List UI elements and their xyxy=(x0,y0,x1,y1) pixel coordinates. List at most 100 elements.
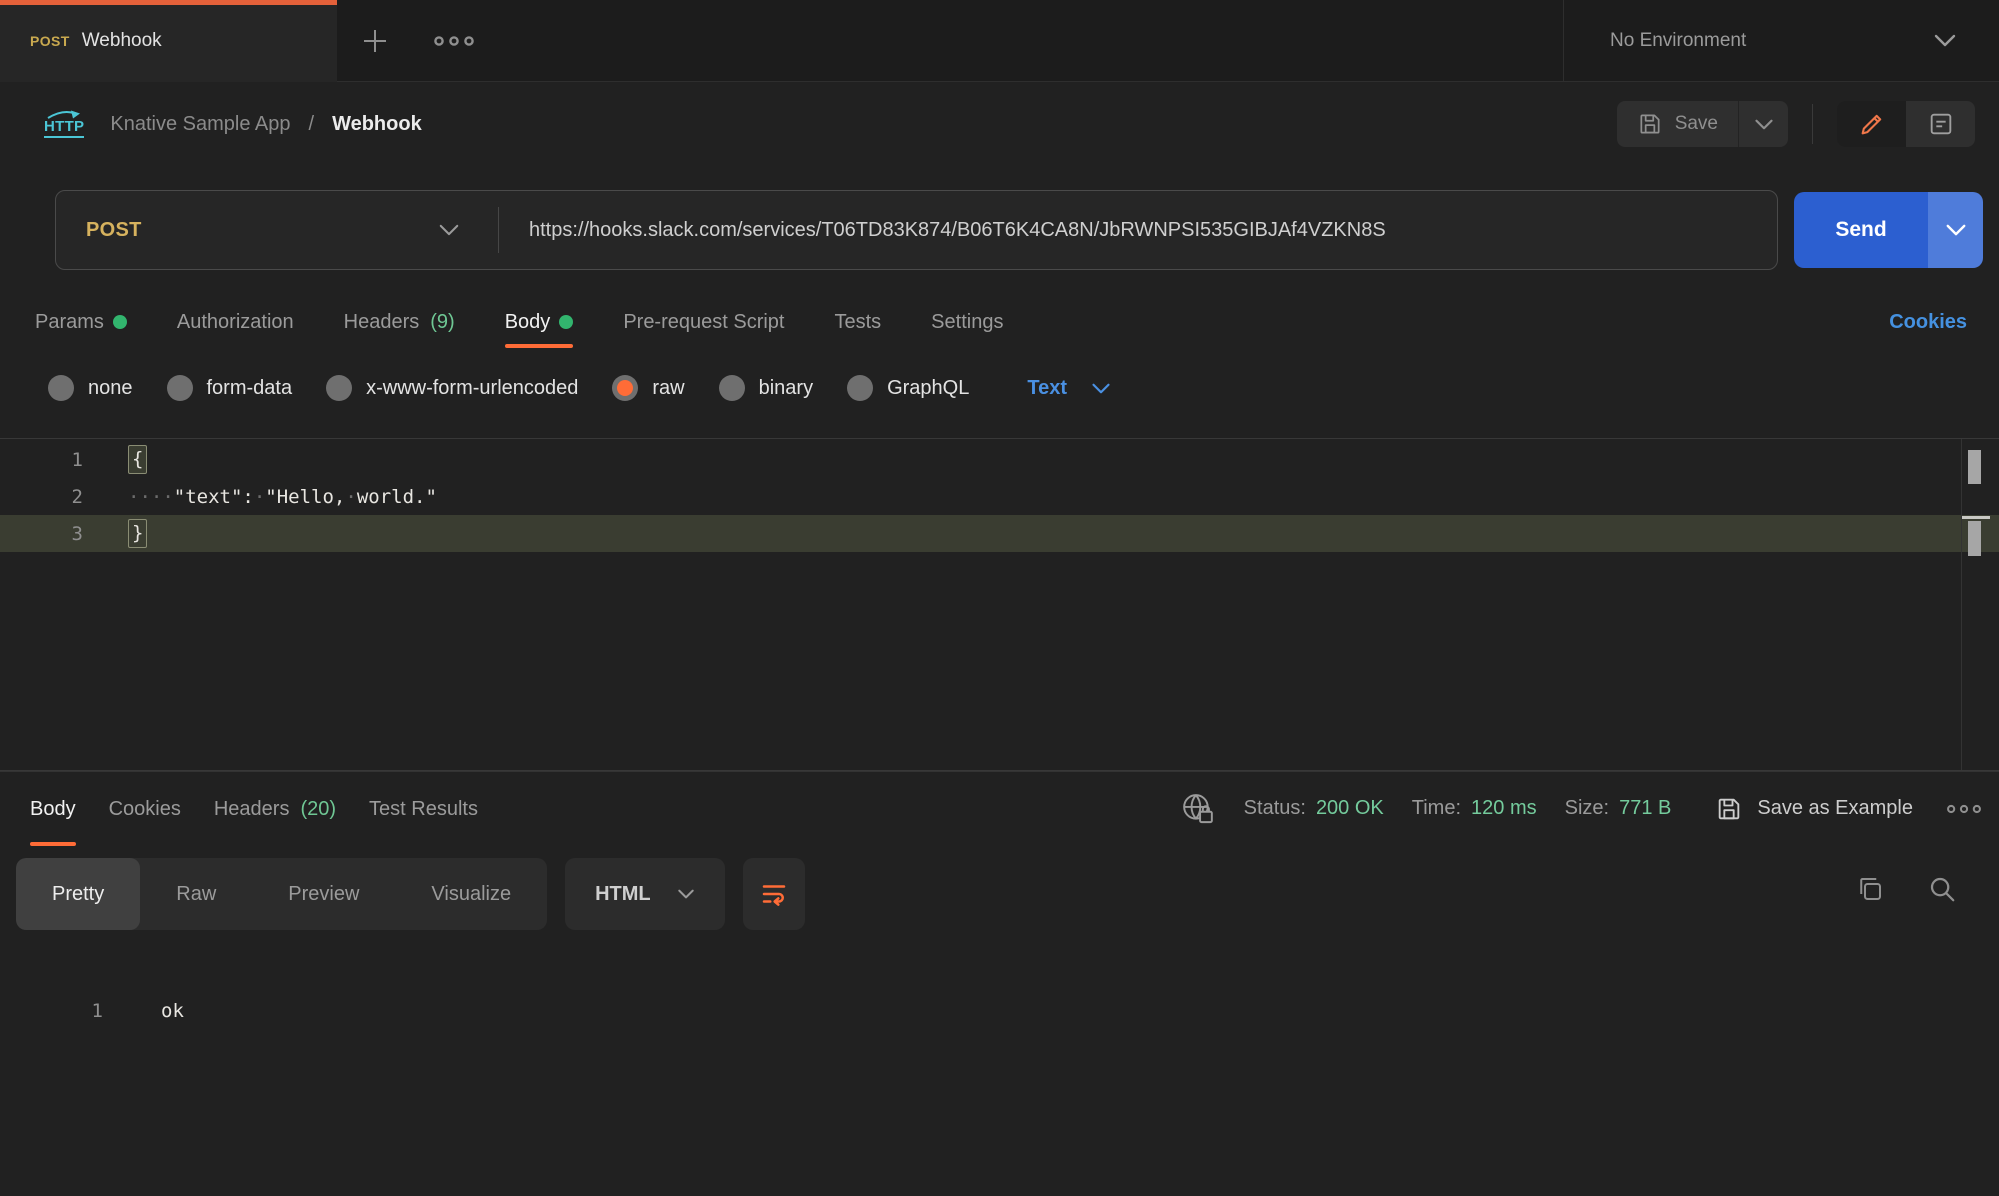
response-body-content: ok xyxy=(103,1000,184,1022)
search-response-button[interactable] xyxy=(1927,874,1957,904)
breadcrumb: HTTP Knative Sample App / Webhook xyxy=(44,110,422,138)
radio-x-www-form-urlencoded[interactable]: x-www-form-urlencoded xyxy=(326,375,578,401)
editor-line-3-current: 3 } xyxy=(0,515,1999,552)
tab-params[interactable]: Params xyxy=(35,296,127,348)
editor-scrollbar-gutter xyxy=(1961,439,1962,770)
radio-none-circle xyxy=(48,375,74,401)
save-button-label: Save xyxy=(1675,113,1718,135)
tab-pre-request-label: Pre-request Script xyxy=(623,311,784,334)
environment-selector[interactable]: No Environment xyxy=(1563,0,1999,81)
tab-authorization-label: Authorization xyxy=(177,311,294,334)
raw-format-dropdown[interactable]: Text xyxy=(1027,377,1111,400)
view-visualize[interactable]: Visualize xyxy=(395,858,547,930)
line-number: 1 xyxy=(0,449,83,471)
radio-binary-label: binary xyxy=(759,377,813,400)
plus-icon xyxy=(358,24,392,58)
method-value: POST xyxy=(86,219,142,242)
response-tab-headers[interactable]: Headers (20) xyxy=(214,772,336,846)
radio-none[interactable]: none xyxy=(48,375,133,401)
response-view-toolbar: Pretty Raw Preview Visualize HTML xyxy=(16,858,805,930)
breadcrumb-collection[interactable]: Knative Sample App xyxy=(110,113,290,136)
save-options-button[interactable] xyxy=(1738,101,1788,147)
editor-cursor-marker[interactable] xyxy=(1968,521,1981,556)
response-format-dropdown[interactable]: HTML xyxy=(565,858,725,930)
edit-request-button[interactable] xyxy=(1837,101,1906,147)
chevron-down-icon xyxy=(1933,33,1957,48)
view-preview[interactable]: Preview xyxy=(252,858,395,930)
tab-authorization[interactable]: Authorization xyxy=(177,296,294,348)
json-value-part: world." xyxy=(357,486,437,508)
time-label: Time: xyxy=(1412,797,1461,820)
matched-bracket: } xyxy=(128,519,147,548)
tab-params-label: Params xyxy=(35,311,104,334)
radio-form-data-circle xyxy=(167,375,193,401)
tab-body-label: Body xyxy=(505,311,551,334)
method-dropdown[interactable]: POST xyxy=(56,191,498,269)
tab-tests[interactable]: Tests xyxy=(834,296,881,348)
http-protocol-icon: HTTP xyxy=(44,110,84,138)
documentation-button[interactable] xyxy=(1906,101,1975,147)
radio-form-data-label: form-data xyxy=(207,377,293,400)
pencil-icon xyxy=(1858,110,1886,138)
url-input[interactable]: https://hooks.slack.com/services/T06TD83… xyxy=(499,219,1386,242)
tab-settings[interactable]: Settings xyxy=(931,296,1003,348)
more-options-icon xyxy=(1945,803,1983,815)
line-number: 1 xyxy=(0,1000,103,1022)
view-pretty[interactable]: Pretty xyxy=(16,858,140,930)
request-tab[interactable]: POST Webhook xyxy=(0,0,337,82)
send-options-button[interactable] xyxy=(1928,192,1983,268)
json-key: "text": xyxy=(174,486,254,508)
save-icon xyxy=(1715,795,1743,823)
radio-urlencoded-circle xyxy=(326,375,352,401)
save-as-example-label: Save as Example xyxy=(1757,797,1913,820)
time-value: 120 ms xyxy=(1471,797,1537,820)
request-body-editor[interactable]: 1 { 2 ····"text":·"Hello,·world." 3 } xyxy=(0,438,1999,771)
response-format-value: HTML xyxy=(595,883,651,906)
save-button[interactable]: Save xyxy=(1617,101,1738,147)
whitespace-dot: · xyxy=(254,486,265,508)
comment-icon xyxy=(1927,110,1955,138)
environment-value: No Environment xyxy=(1610,30,1746,52)
chevron-down-icon xyxy=(1945,223,1967,237)
wrap-lines-button[interactable] xyxy=(743,858,805,930)
postman-app: POST Webhook No Environment HTTP Knative… xyxy=(0,0,1999,1196)
tab-headers-label: Headers xyxy=(344,311,420,334)
copy-response-button[interactable] xyxy=(1855,874,1885,904)
response-tab-headers-label: Headers xyxy=(214,798,290,821)
wrap-text-icon xyxy=(759,879,789,909)
response-tab-body[interactable]: Body xyxy=(30,772,76,846)
request-header: HTTP Knative Sample App / Webhook Save xyxy=(0,82,1999,166)
radio-form-data[interactable]: form-data xyxy=(167,375,293,401)
response-tab-cookies-label: Cookies xyxy=(109,798,181,821)
radio-raw[interactable]: raw xyxy=(612,375,684,401)
response-options-button[interactable] xyxy=(1945,803,1983,815)
save-as-example-button[interactable]: Save as Example xyxy=(1715,795,1913,823)
tab-pre-request-script[interactable]: Pre-request Script xyxy=(623,296,784,348)
response-tab-test-results-label: Test Results xyxy=(369,798,478,821)
more-options-icon xyxy=(432,34,476,48)
tab-headers[interactable]: Headers (9) xyxy=(344,296,455,348)
radio-graphql-circle xyxy=(847,375,873,401)
breadcrumb-separator: / xyxy=(309,113,315,136)
editor-line-2: 2 ····"text":·"Hello,·world." xyxy=(0,478,1999,515)
request-tabs: Params Authorization Headers (9) Body Pr… xyxy=(0,296,1999,348)
view-raw[interactable]: Raw xyxy=(140,858,252,930)
line-number: 3 xyxy=(0,523,83,545)
headers-count-badge: (9) xyxy=(430,311,454,334)
response-body-line: 1 ok xyxy=(0,992,184,1029)
response-tab-test-results[interactable]: Test Results xyxy=(369,772,478,846)
response-tab-cookies[interactable]: Cookies xyxy=(109,772,181,846)
editor-scrollbar-marker xyxy=(1962,516,1990,519)
tab-options-button[interactable] xyxy=(432,34,476,48)
chevron-down-icon xyxy=(438,223,460,237)
new-tab-button[interactable] xyxy=(358,24,392,58)
editor-scrollbar-thumb[interactable] xyxy=(1968,450,1981,484)
chevron-down-icon xyxy=(1754,118,1774,131)
globe-lock-icon xyxy=(1180,791,1216,827)
send-button[interactable]: Send xyxy=(1794,192,1928,268)
radio-binary[interactable]: binary xyxy=(719,375,813,401)
cookies-link[interactable]: Cookies xyxy=(1889,296,1967,348)
radio-graphql[interactable]: GraphQL xyxy=(847,375,969,401)
body-type-row: none form-data x-www-form-urlencoded raw… xyxy=(0,366,1111,410)
tab-body[interactable]: Body xyxy=(505,296,574,348)
